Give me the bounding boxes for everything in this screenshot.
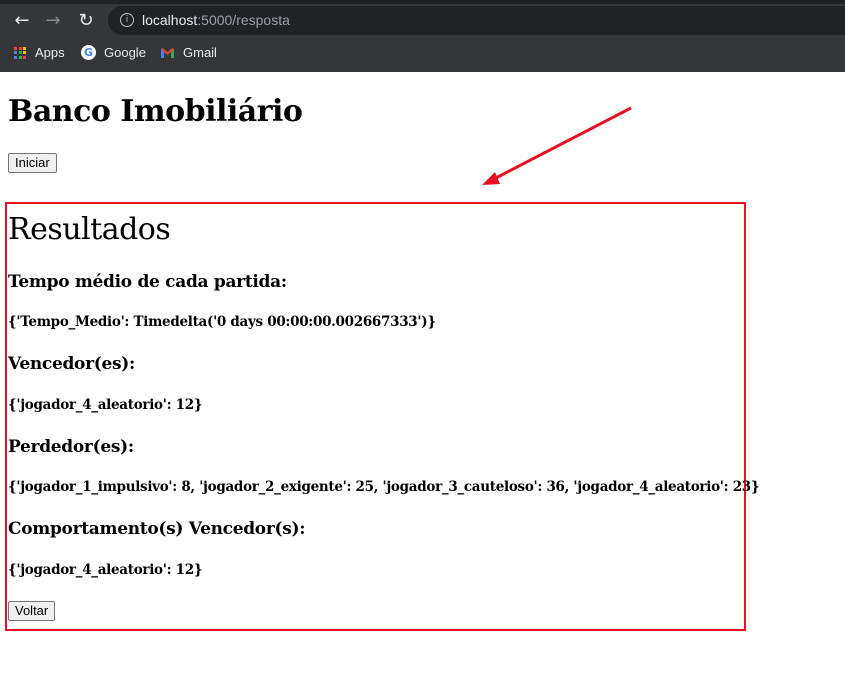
avg-time-label: Tempo médio de cada partida:: [8, 272, 287, 292]
apps-grid-icon: [14, 46, 26, 59]
browser-chrome: ← → ↻ i localhost:5000/resposta Apps G G…: [0, 0, 845, 72]
reload-icon[interactable]: ↻: [75, 10, 97, 32]
back-button[interactable]: Voltar: [8, 601, 56, 621]
winning-behaviour-value: {'jogador_4_aleatorio': 12}: [8, 562, 203, 578]
bookmark-gmail[interactable]: Gmail: [160, 45, 217, 60]
back-arrow-icon[interactable]: ←: [11, 10, 33, 32]
gmail-icon: [161, 47, 174, 58]
winners-label: Vencedor(es):: [8, 354, 136, 374]
google-icon: G: [81, 45, 96, 60]
page-title: Banco Imobiliário: [8, 94, 303, 129]
bookmark-apps[interactable]: Apps: [14, 45, 65, 60]
address-bar[interactable]: i localhost:5000/resposta: [108, 6, 845, 35]
bookmark-label: Apps: [35, 45, 65, 60]
avg-time-value: {'Tempo_Medio': Timedelta('0 days 00:00:…: [8, 314, 436, 330]
bookmark-google[interactable]: G Google: [81, 45, 146, 60]
arrow-shaft: [489, 106, 632, 183]
winners-value: {'jogador_4_aleatorio': 12}: [8, 397, 203, 413]
bookmarks-bar: Apps G Google Gmail: [0, 40, 845, 68]
url-host: localhost: [142, 12, 198, 28]
results-title: Resultados: [8, 212, 171, 247]
start-button[interactable]: Iniciar: [8, 153, 57, 173]
url-path: :5000/resposta: [197, 12, 290, 28]
address-url[interactable]: localhost:5000/resposta: [142, 12, 290, 28]
losers-value: {'jogador_1_impulsivo': 8, 'jogador_2_ex…: [8, 479, 760, 495]
winning-behaviour-label: Comportamento(s) Vencedor(s):: [8, 519, 306, 539]
bookmark-label: Gmail: [183, 45, 217, 60]
bookmark-label: Google: [104, 45, 146, 60]
forward-arrow-icon[interactable]: →: [42, 10, 64, 32]
arrow-head: [482, 172, 500, 185]
losers-label: Perdedor(es):: [8, 437, 134, 457]
info-icon[interactable]: i: [120, 13, 134, 27]
